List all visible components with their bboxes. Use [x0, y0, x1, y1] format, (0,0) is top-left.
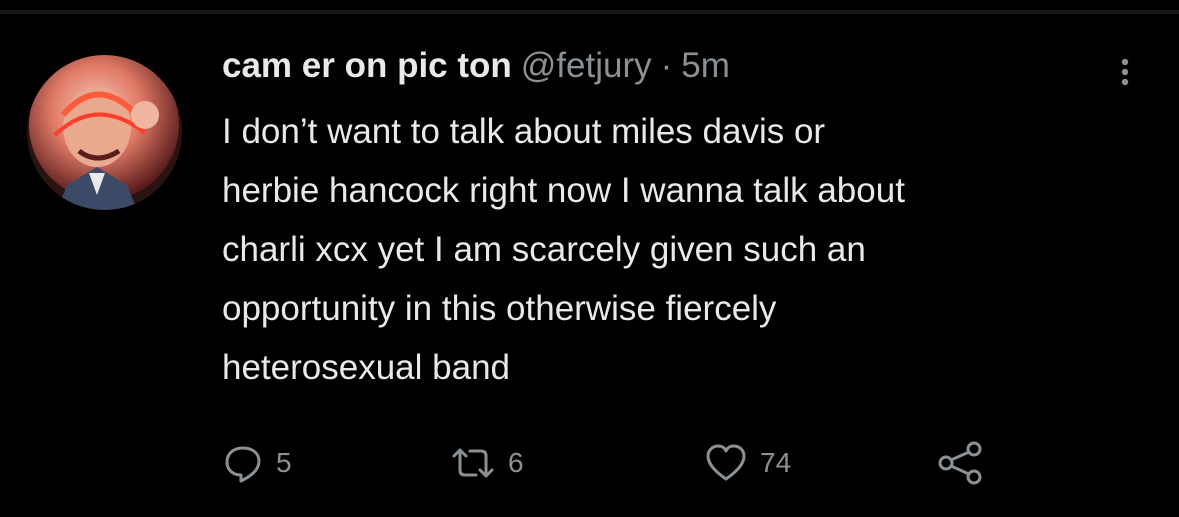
- share-button[interactable]: [936, 438, 984, 488]
- more-vertical-icon[interactable]: [1110, 52, 1140, 92]
- reply-count: 5: [276, 447, 292, 478]
- tweet-text-line: I don’t want to talk about miles davis o…: [222, 112, 826, 151]
- like-button[interactable]: 74: [704, 438, 791, 488]
- top-divider: [0, 10, 1179, 14]
- user-handle[interactable]: @fetjury: [521, 46, 652, 86]
- tweet-text-line: heterosexual band: [222, 348, 510, 387]
- share-icon: [936, 440, 984, 486]
- tweet-actions: 5 6 74: [0, 438, 1179, 488]
- heart-icon: [704, 442, 748, 484]
- retweet-icon: [450, 442, 496, 484]
- retweet-button[interactable]: 6: [450, 438, 524, 488]
- tweet-text-line: opportunity in this otherwise fiercely: [222, 289, 777, 328]
- separator-dot: ·: [660, 46, 673, 85]
- display-name[interactable]: cam er on pic ton: [222, 46, 512, 86]
- tweet-header: cam er on pic ton @fetjury · 5m: [222, 46, 730, 90]
- tweet-text-line: herbie hancock right now I wanna talk ab…: [222, 171, 905, 210]
- retweet-count: 6: [508, 447, 524, 478]
- reply-icon: [222, 442, 264, 484]
- tweet-timestamp[interactable]: 5m: [681, 46, 730, 86]
- avatar[interactable]: [27, 55, 182, 210]
- tweet-text-line: charli xcx yet I am scarcely given such …: [222, 230, 866, 269]
- like-count: 74: [760, 447, 792, 478]
- tweet-text: I don’t want to talk about miles davis o…: [222, 102, 1162, 397]
- reply-button[interactable]: 5: [222, 438, 292, 488]
